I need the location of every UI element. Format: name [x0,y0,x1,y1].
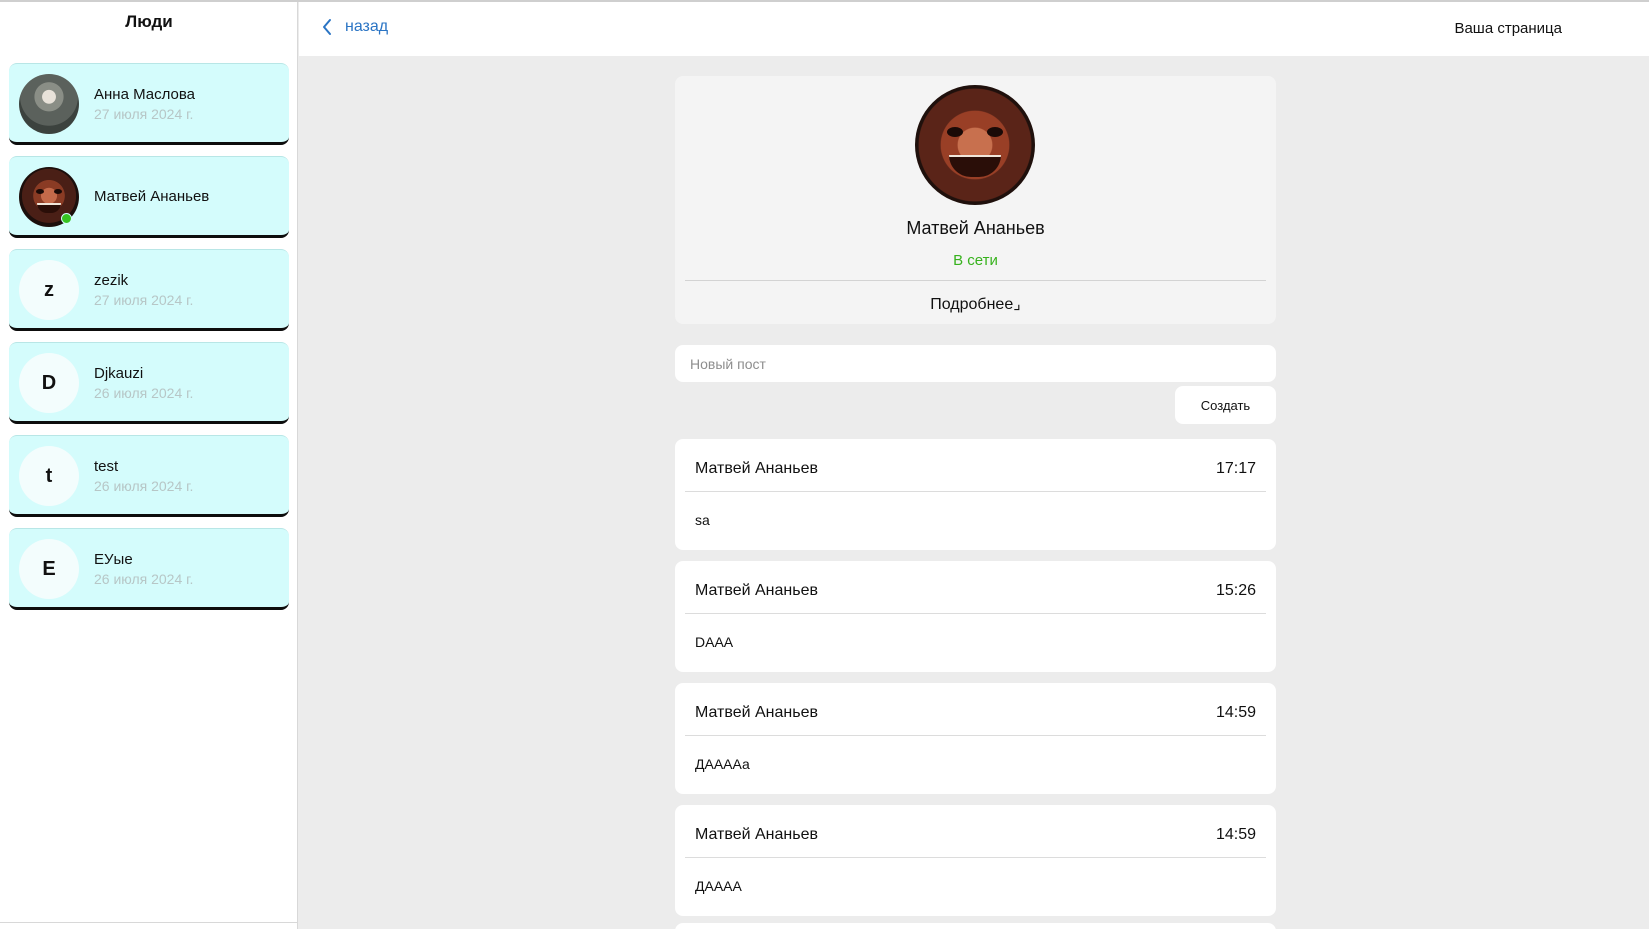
people-list: Анна Маслова 27 июля 2024 г. Матвей Анан… [9,63,289,621]
posts-feed: Матвей Ананьев 17:17 sa Матвей Ананьев 1… [675,439,1276,927]
avatar: E [19,539,79,599]
person-card-djkauzi[interactable]: D Djkauzi 26 июля 2024 г. [9,342,289,424]
profile-photo [915,85,1035,205]
back-label: назад [345,18,389,35]
profile-name: Матвей Ананьев [906,218,1045,238]
avatar: D [19,353,79,413]
people-sidebar: Люди Анна Маслова 27 июля 2024 г. Матвей… [0,2,298,929]
person-date: 27 июля 2024 г. [94,292,194,308]
avatar-eye [36,189,44,194]
post-text: DAAA [695,634,734,650]
person-card-matvey[interactable]: Матвей Ананьев [9,156,289,238]
create-post-button[interactable]: Создать [1175,386,1276,424]
photo-eye [947,127,963,137]
avatar-letter: z [44,278,54,301]
person-name: Djkauzi [94,365,144,382]
avatar: z [19,260,79,320]
post-time: 14:59 [1215,826,1256,843]
avatar-letter: t [45,464,53,487]
avatar-eye [54,189,62,194]
person-card-eyye[interactable]: E EУые 26 июля 2024 г. [9,528,289,610]
post-card-partial [675,923,1276,929]
post-author: Матвей Ананьев [695,704,818,721]
sidebar-title: Люди [125,12,173,31]
post-author: Матвей Ананьев [695,826,818,843]
post-author: Матвей Ананьев [695,460,818,477]
avatar [19,74,79,134]
online-status: В сети [953,252,998,269]
post-divider [685,491,1266,492]
post-card: Матвей Ананьев 15:26 DAAA [675,561,1276,672]
chevron-left-icon [323,19,331,35]
new-post-input[interactable] [675,345,1276,382]
post-divider [685,735,1266,736]
photo-eye [987,127,1003,137]
person-name: Анна Маслова [94,86,195,103]
post-divider [685,857,1266,858]
profile-card: Матвей Ананьев В сети Подробнее⌟ [675,76,1276,324]
top-header: назад Ваша страница [299,2,1649,56]
post-text: ДАААА [695,878,742,894]
person-date: 26 июля 2024 г. [94,385,194,401]
post-card: Матвей Ананьев 17:17 sa [675,439,1276,550]
post-time: 15:26 [1215,582,1256,599]
post-card: Матвей Ананьев 14:59 ДАААА [675,805,1276,916]
back-button[interactable]: назад [321,18,388,36]
post-card: Матвей Ананьев 14:59 ДААААа [675,683,1276,794]
person-name: EУые [94,551,133,568]
post-text: ДААААа [695,756,750,772]
more-details-button[interactable]: Подробнее⌟ [675,294,1276,314]
your-page-link[interactable]: Ваша страница [1454,20,1562,37]
person-card-zezik[interactable]: z zezik 27 июля 2024 г. [9,249,289,331]
avatar-letter: E [42,557,56,580]
online-indicator [61,213,72,224]
sidebar-footer-divider [0,922,298,923]
person-name: test [94,458,119,475]
person-date: 26 июля 2024 г. [94,571,194,587]
post-time: 14:59 [1215,704,1256,721]
avatar-mouth [37,203,61,213]
person-name: Матвей Ананьев [94,188,210,205]
avatar-letter: D [41,371,57,394]
post-author: Матвей Ананьев [695,582,818,599]
post-time: 17:17 [1215,460,1256,477]
person-card-anna[interactable]: Анна Маслова 27 июля 2024 г. [9,63,289,145]
person-name: zezik [94,272,129,289]
profile-divider [685,280,1266,281]
person-date: 26 июля 2024 г. [94,478,194,494]
avatar: t [19,446,79,506]
person-date: 27 июля 2024 г. [94,106,194,122]
post-text: sa [695,512,710,528]
photo-mouth [949,155,1001,177]
person-card-test[interactable]: t test 26 июля 2024 г. [9,435,289,517]
post-divider [685,613,1266,614]
